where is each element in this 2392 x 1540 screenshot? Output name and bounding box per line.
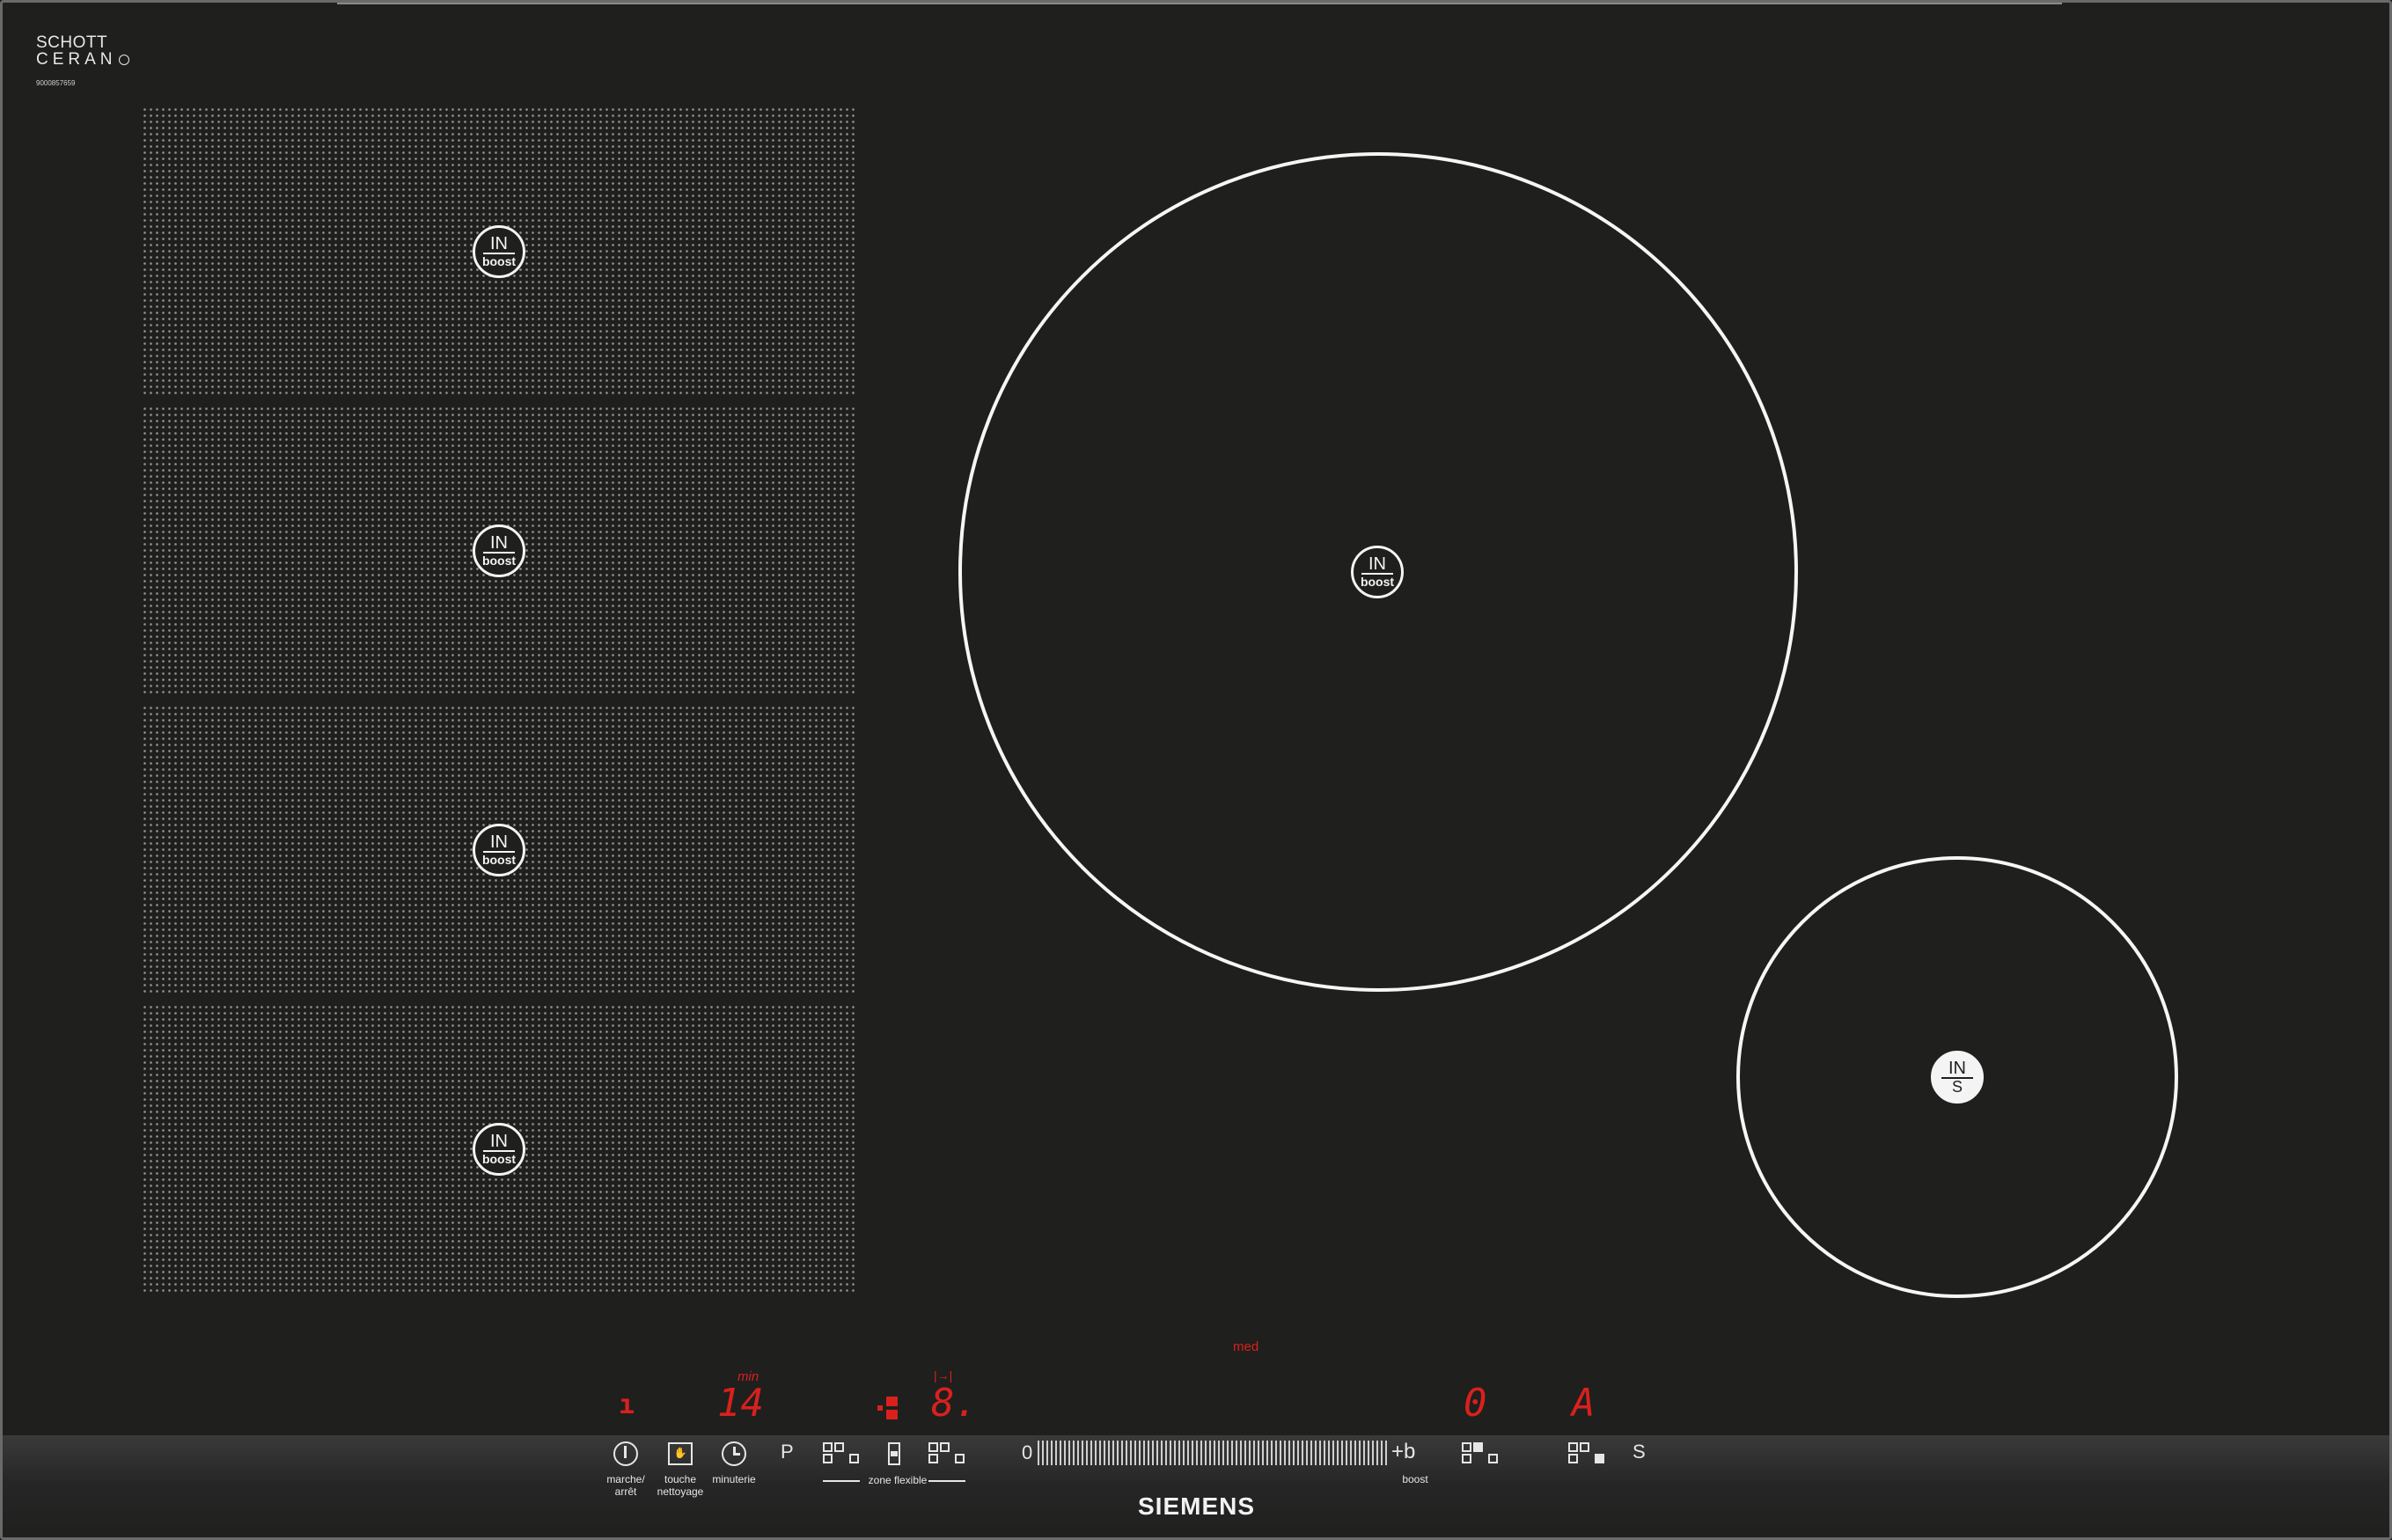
timer-button[interactable] bbox=[722, 1441, 746, 1466]
boost-button[interactable]: +b bbox=[1391, 1440, 1415, 1464]
flex-section-2[interactable]: IN boost bbox=[142, 406, 856, 696]
power-indicator: ı bbox=[619, 1390, 635, 1420]
induction-boost-icon: IN boost bbox=[473, 824, 525, 876]
top-frame-edge bbox=[337, 3, 2062, 4]
brand-line-2: CERAN bbox=[36, 51, 129, 68]
slider-zero-label: 0 bbox=[1022, 1441, 1033, 1463]
maker-logo: SIEMENS bbox=[1138, 1492, 1256, 1520]
power-level-slider[interactable] bbox=[1038, 1441, 1388, 1465]
p-button[interactable]: P bbox=[781, 1441, 794, 1463]
med-label: med bbox=[1233, 1339, 1259, 1354]
zone-select-small-button[interactable] bbox=[1568, 1442, 1607, 1469]
induction-boost-icon: IN boost bbox=[1351, 546, 1404, 598]
induction-boost-icon: IN boost bbox=[473, 225, 525, 278]
induction-boost-icon: IN boost bbox=[473, 524, 525, 577]
flex-section-1[interactable]: IN boost bbox=[142, 106, 856, 397]
induction-s-icon: IN S bbox=[1931, 1051, 1984, 1104]
flex-combine-button[interactable] bbox=[888, 1442, 900, 1465]
induction-hob: SCHOTT CERAN 9000857659 IN boost IN boos… bbox=[0, 0, 2392, 1540]
timer-label: minuterie bbox=[712, 1473, 756, 1485]
zone-select-large-button[interactable] bbox=[1462, 1442, 1501, 1469]
zone-select-flex-right-button[interactable] bbox=[928, 1442, 967, 1469]
zone-display-1: 0 bbox=[1464, 1381, 1487, 1426]
zone-display-2: A bbox=[1572, 1381, 1596, 1426]
wipe-protection-button[interactable]: ✋ bbox=[668, 1442, 693, 1465]
boost-label: boost bbox=[1402, 1473, 1428, 1485]
flex-indicator-icon bbox=[877, 1397, 904, 1419]
timer-display: 14 bbox=[717, 1381, 764, 1426]
brand-line-1: SCHOTT bbox=[36, 33, 108, 52]
s-button[interactable]: S bbox=[1633, 1441, 1646, 1463]
flex-section-3[interactable]: IN boost bbox=[142, 705, 856, 995]
power-button[interactable] bbox=[613, 1441, 638, 1466]
hand-icon: ✋ bbox=[668, 1442, 693, 1465]
glass-serial: 9000857659 bbox=[36, 79, 76, 87]
flex-level-display: 8. bbox=[931, 1381, 978, 1426]
glass-brand-logo: SCHOTT CERAN 9000857659 bbox=[36, 34, 129, 87]
zone-select-flex-left-button[interactable] bbox=[823, 1442, 862, 1469]
power-icon bbox=[613, 1441, 638, 1466]
flex-cooking-zone: IN boost IN boost IN boost IN boost bbox=[142, 106, 856, 1294]
clock-icon bbox=[722, 1441, 746, 1466]
flex-bracket-right bbox=[928, 1480, 965, 1482]
registered-icon bbox=[118, 54, 129, 65]
induction-boost-icon: IN boost bbox=[473, 1123, 525, 1176]
flex-section-4[interactable]: IN boost bbox=[142, 1004, 856, 1294]
